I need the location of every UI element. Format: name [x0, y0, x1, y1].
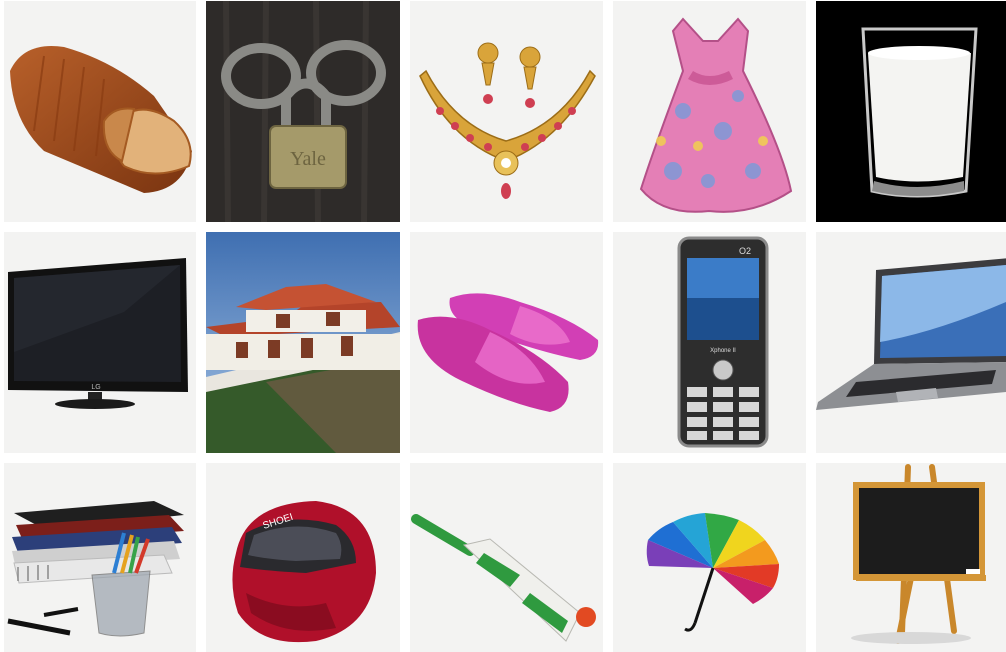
tile-helmet: SHOEI — [206, 463, 400, 652]
tile-slippers — [410, 232, 603, 453]
television-icon: LG — [8, 258, 188, 409]
phone-model: Xphone II — [710, 348, 736, 354]
milk-glass-icon — [816, 1, 1006, 222]
blackboard-easel-icon — [851, 464, 986, 644]
laptop-icon — [816, 258, 1006, 410]
slippers-icon — [417, 293, 599, 412]
tile-books-stationery — [4, 463, 196, 652]
tile-necklace — [410, 1, 603, 222]
books-stationery-icon — [7, 501, 184, 637]
necklace-icon — [419, 42, 596, 199]
mobile-phone-icon: O2 Xphone II — [677, 236, 769, 448]
tv-brand: LG — [91, 384, 100, 391]
tile-television: LG — [4, 232, 196, 453]
house-icon — [206, 232, 400, 453]
bread-icon — [10, 46, 192, 193]
padlock-brand: Yale — [290, 148, 326, 170]
tile-dress — [613, 1, 806, 222]
umbrella-icon — [646, 513, 779, 632]
tile-blackboard-easel — [816, 463, 1006, 652]
helmet-icon: SHOEI — [232, 501, 376, 643]
image-grid: Yale LG O2 Xphone II SHOEI — [0, 0, 1006, 652]
dress-icon — [639, 17, 793, 213]
tile-umbrella — [613, 463, 806, 652]
padlock-icon: Yale — [206, 1, 400, 222]
tile-bread — [4, 1, 196, 222]
tile-house — [206, 232, 400, 453]
cricket-bat-icon — [411, 514, 596, 642]
tile-cricket-bat — [410, 463, 603, 652]
tile-milk-glass — [816, 1, 1006, 222]
tile-laptop — [816, 232, 1006, 453]
tile-mobile-phone: O2 Xphone II — [613, 232, 806, 453]
tile-padlock: Yale — [206, 1, 400, 222]
phone-brand: O2 — [739, 246, 751, 256]
